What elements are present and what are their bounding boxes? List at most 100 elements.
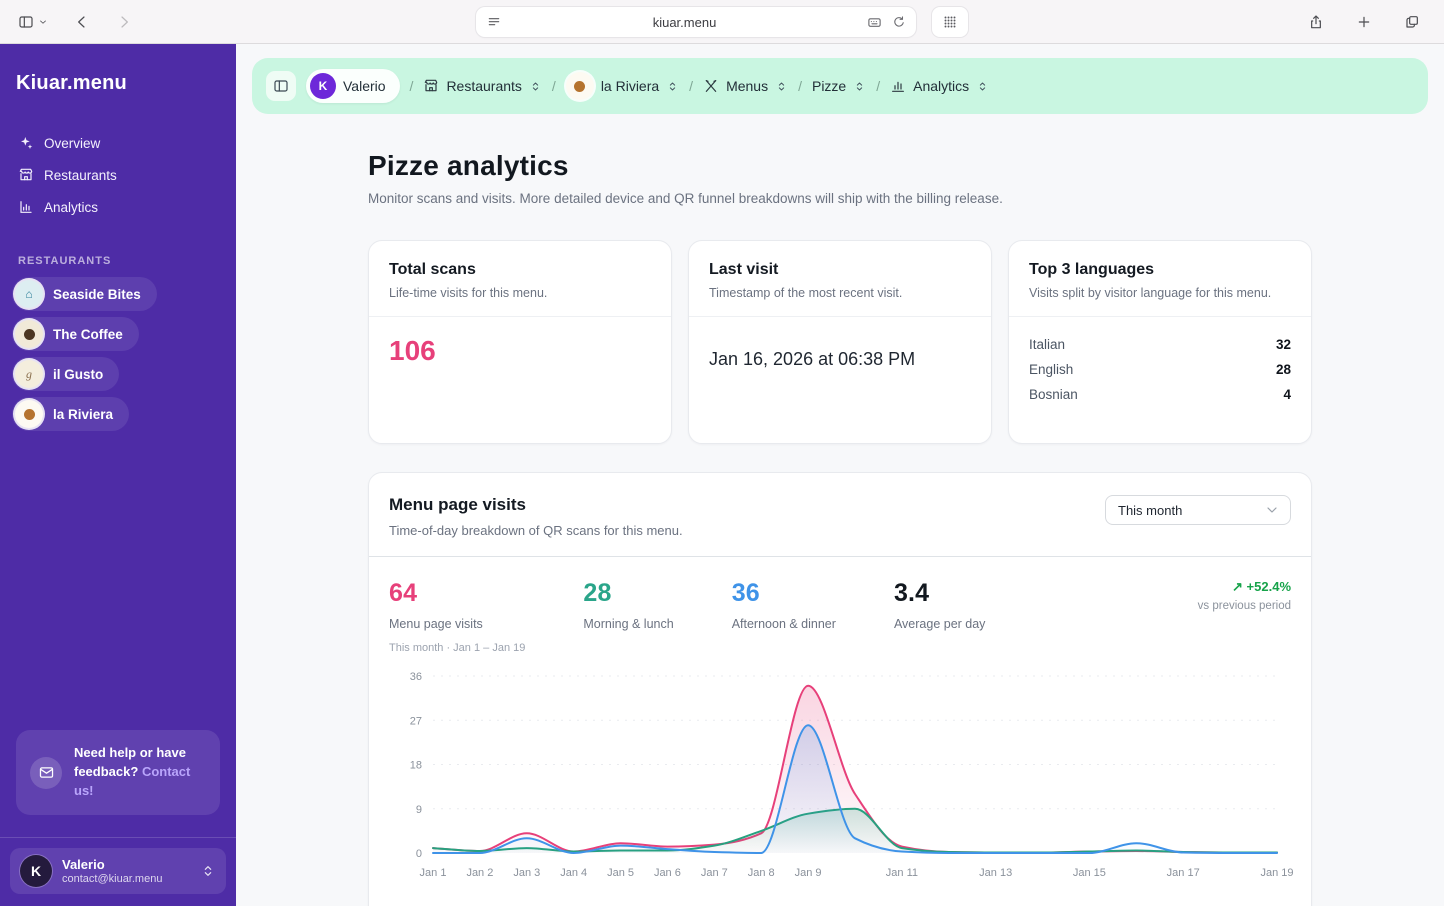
breadcrumb-item-analytics[interactable]: Analytics xyxy=(890,78,989,94)
svg-text:36: 36 xyxy=(410,671,422,683)
breadcrumb-label: Pizze xyxy=(811,78,847,94)
trend-value: +52.4% xyxy=(1246,579,1291,594)
restaurant-name: The Coffee xyxy=(53,326,123,342)
restaurants-section-label: RESTAURANTS xyxy=(18,255,112,267)
restaurant-avatar xyxy=(15,320,43,348)
user-email: contact@kiuar.menu xyxy=(62,872,163,885)
restaurant-name: il Gusto xyxy=(53,366,104,382)
language-row: Bosnian 4 xyxy=(1029,387,1291,402)
restaurant-item-seaside-bites[interactable]: ⌂ Seaside Bites xyxy=(12,277,157,311)
breadcrumb-separator: / xyxy=(798,78,802,94)
date-range-select[interactable]: This month xyxy=(1105,495,1291,525)
svg-text:Jan 15: Jan 15 xyxy=(1073,867,1106,879)
svg-text:Jan 6: Jan 6 xyxy=(654,867,681,879)
grid-icon xyxy=(941,13,959,31)
panel-left-icon xyxy=(18,14,34,30)
stat-value: 64 xyxy=(389,579,418,607)
app-logo: Kiuar.menu xyxy=(16,72,127,94)
restaurant-avatar: ⌂ xyxy=(15,280,43,308)
sidebar-item-label: Overview xyxy=(44,135,101,151)
visits-chart: 0 9 18 27 36 Jan 1 Jan 2 Jan 3 Jan 4 Jan 5 Jan 6 Ja… xyxy=(369,654,1311,887)
card-description: Timestamp of the most recent visit. xyxy=(709,286,903,300)
translate-icon[interactable] xyxy=(867,15,882,30)
language-row: English 28 xyxy=(1029,362,1291,377)
page-subtitle: Monitor scans and visits. More detailed … xyxy=(368,191,1003,206)
stat-label: Average per day xyxy=(893,617,986,631)
reload-icon[interactable] xyxy=(892,15,906,29)
stat-value: 3.4 xyxy=(893,579,930,607)
new-tab-button[interactable] xyxy=(1352,10,1376,34)
back-button[interactable] xyxy=(70,10,94,34)
panel-title: Menu page visits xyxy=(389,495,526,514)
stat-afternoon-dinner: 36 Afternoon & dinner xyxy=(732,579,836,654)
card-description: Visits split by visitor language for thi… xyxy=(1029,286,1272,300)
chevron-left-icon xyxy=(74,14,90,30)
breadcrumb-item-restaurants[interactable]: Restaurants xyxy=(423,78,541,94)
plus-icon xyxy=(1356,14,1372,30)
stats-row: 64 Menu page visits This month · Jan 1 – J… xyxy=(369,557,1311,654)
tab-overview-grid-button[interactable] xyxy=(932,7,968,37)
show-tabs-button[interactable] xyxy=(1400,10,1424,34)
browser-toolbar: kiuar.menu xyxy=(0,0,1444,44)
user-avatar: K xyxy=(20,855,52,887)
stat-morning-lunch: 28 Morning & lunch xyxy=(583,579,673,654)
tabs-icon xyxy=(1404,14,1420,30)
address-bar[interactable]: kiuar.menu xyxy=(476,7,916,37)
share-button[interactable] xyxy=(1304,10,1328,34)
svg-text:Jan 7: Jan 7 xyxy=(701,867,728,879)
sidebar-item-restaurants[interactable]: Restaurants xyxy=(10,161,226,189)
stat-subtext: This month · Jan 1 – Jan 19 xyxy=(389,642,526,654)
user-name: Valerio xyxy=(62,857,105,873)
date-range-value: This month xyxy=(1118,502,1183,518)
total-scans-card: Total scans Life-time visits for this me… xyxy=(368,240,672,444)
sidebar-item-label: Analytics xyxy=(44,199,99,215)
reader-icon[interactable] xyxy=(486,14,502,30)
language-value: 4 xyxy=(1283,387,1291,402)
chevrons-up-down-icon xyxy=(976,80,989,93)
breadcrumb-item-valerio[interactable]: K Valerio xyxy=(306,69,400,103)
browser-sidebar-toggle-button[interactable] xyxy=(14,10,52,34)
restaurant-avatar xyxy=(565,72,594,100)
sidebar-item-analytics[interactable]: Analytics xyxy=(10,193,226,221)
user-avatar: K xyxy=(310,73,336,99)
svg-text:Jan 4: Jan 4 xyxy=(560,867,587,879)
breadcrumb-item-menus[interactable]: Menus xyxy=(703,78,788,94)
stat-label: Menu page visits xyxy=(389,617,483,631)
chevrons-up-down-icon xyxy=(853,80,866,93)
language-label: English xyxy=(1029,362,1074,377)
breadcrumb-item-la-riviera[interactable]: la Riviera xyxy=(565,72,679,100)
language-value: 32 xyxy=(1275,337,1291,352)
total-scans-value: 106 xyxy=(389,335,436,366)
sidebar-collapse-button[interactable] xyxy=(266,71,296,101)
stat-menu-page-visits: 64 Menu page visits This month · Jan 1 – J… xyxy=(389,579,525,654)
share-icon xyxy=(1308,14,1324,30)
help-card: Need help or have feedback? Contact us! xyxy=(16,730,220,815)
breadcrumb-separator: / xyxy=(409,78,414,94)
restaurant-item-la-riviera[interactable]: la Riviera xyxy=(12,397,130,431)
language-label: Bosnian xyxy=(1029,387,1078,402)
svg-text:Jan 9: Jan 9 xyxy=(795,867,822,879)
card-title: Last visit xyxy=(709,261,779,278)
stat-average-per-day: 3.4 Average per day xyxy=(894,579,986,654)
page-title: Pizze analytics xyxy=(368,150,569,181)
stat-label: Morning & lunch xyxy=(583,617,674,631)
restaurant-list: ⌂ Seaside Bites The Coffee g il Gusto la Rivi… xyxy=(0,277,236,431)
sidebar-item-label: Restaurants xyxy=(44,167,117,183)
svg-text:Jan 1: Jan 1 xyxy=(420,867,447,879)
language-row: Italian 32 xyxy=(1029,337,1291,352)
card-title: Total scans xyxy=(389,261,476,278)
restaurant-item-il-gusto[interactable]: g il Gusto xyxy=(12,357,120,391)
breadcrumb-label: Menus xyxy=(726,78,769,94)
user-menu[interactable]: K Valerio contact@kiuar.menu xyxy=(10,848,226,894)
language-label: Italian xyxy=(1029,337,1066,352)
forward-button[interactable] xyxy=(112,10,136,34)
sidebar-nav: Overview Restaurants Analytics xyxy=(0,129,236,221)
chevrons-up-down-icon xyxy=(666,80,679,93)
sidebar-item-overview[interactable]: Overview xyxy=(10,129,226,157)
utensils-icon xyxy=(703,78,719,94)
restaurant-item-the-coffee[interactable]: The Coffee xyxy=(12,317,139,351)
url-text: kiuar.menu xyxy=(652,14,717,30)
sparkles-icon xyxy=(18,135,34,151)
breadcrumb-item-pizze[interactable]: Pizze xyxy=(812,78,866,94)
restaurant-avatar xyxy=(15,400,43,428)
